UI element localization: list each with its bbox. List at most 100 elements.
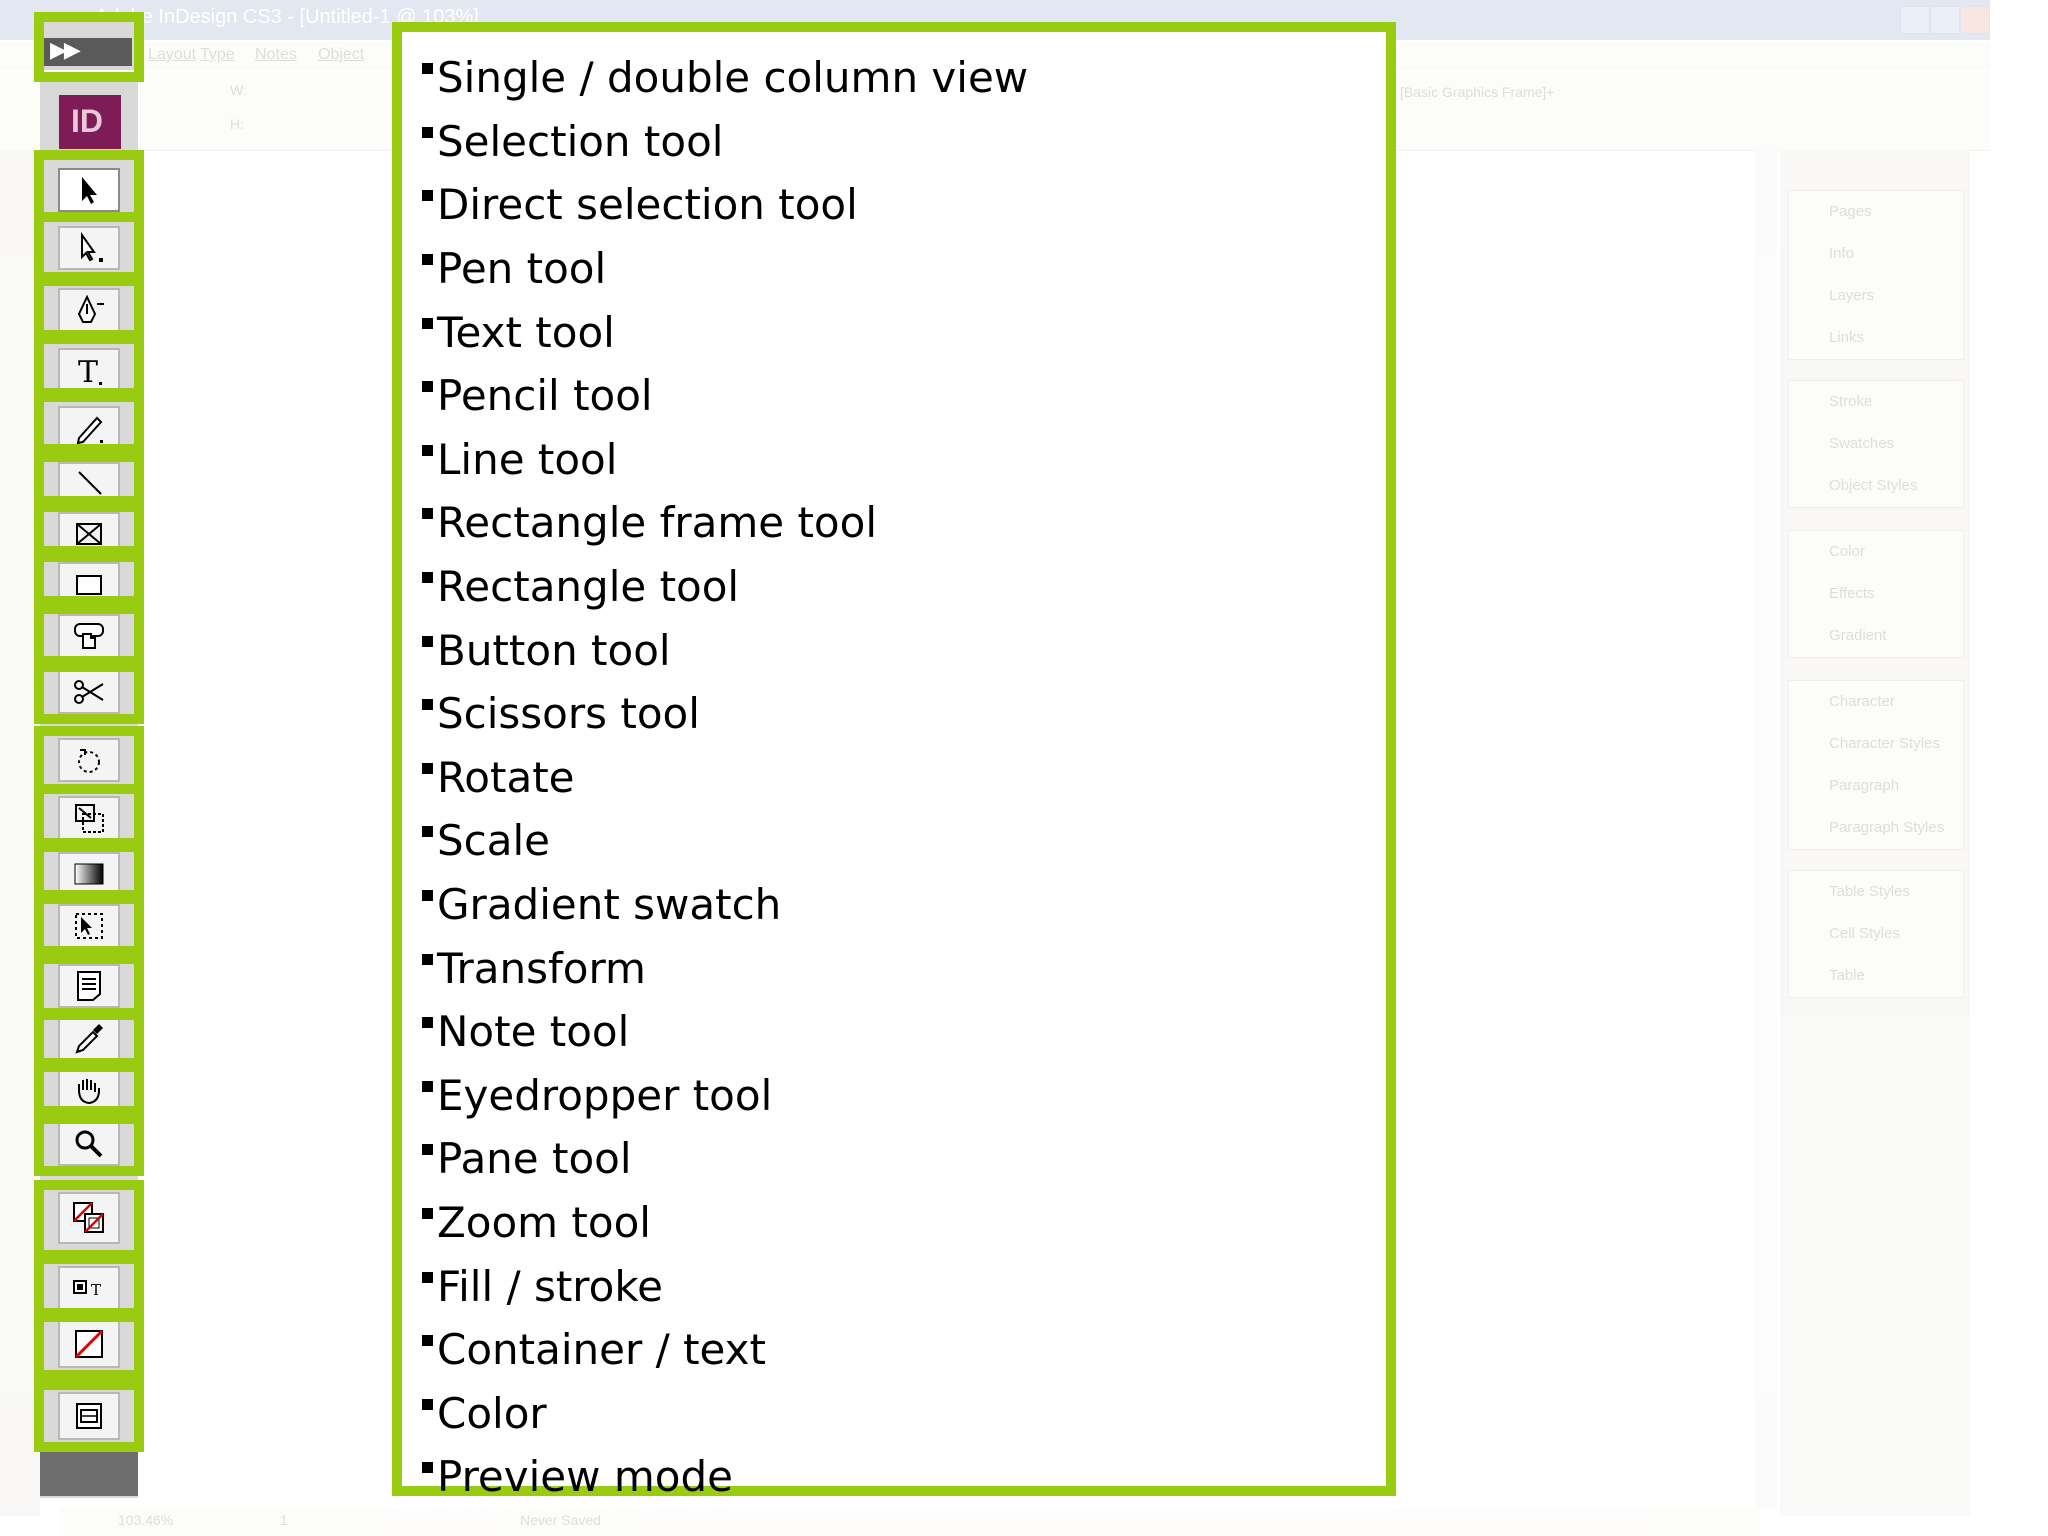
panel-object-styles[interactable]: Object Styles xyxy=(1789,465,1963,507)
bullet-icon xyxy=(422,572,433,584)
list-item: Container / text xyxy=(422,1318,1028,1382)
label-text: Gradient swatch xyxy=(437,880,782,930)
fill-stroke-control[interactable] xyxy=(58,1192,120,1244)
panel-character[interactable]: Character xyxy=(1789,681,1963,723)
eyedropper-icon xyxy=(75,1024,103,1054)
toolbox-footer xyxy=(40,1450,138,1496)
panel-paragraph[interactable]: Paragraph xyxy=(1789,765,1963,807)
button-tool[interactable] xyxy=(58,614,120,658)
menu-layout[interactable]: Layout xyxy=(148,46,196,64)
bullet-icon xyxy=(422,1271,433,1283)
hand-icon xyxy=(78,1079,100,1105)
label-text: Transform xyxy=(437,943,646,993)
svg-text:T: T xyxy=(91,1281,101,1299)
panel-table[interactable]: Table xyxy=(1789,955,1963,997)
zoom-level[interactable]: 103.46% xyxy=(118,1512,173,1528)
gradient-icon xyxy=(74,863,104,885)
label-text: Pen tool xyxy=(437,244,607,294)
panel-table-styles[interactable]: Table Styles xyxy=(1789,871,1963,913)
zoom-tool[interactable] xyxy=(58,1122,120,1166)
free-transform-icon xyxy=(75,913,103,939)
panel-gradient[interactable]: Gradient xyxy=(1789,615,1963,657)
panel-group-color: Color Effects Gradient xyxy=(1788,530,1964,658)
list-item: Scale xyxy=(422,809,1028,873)
panel-paragraph-styles[interactable]: Paragraph Styles xyxy=(1789,807,1963,849)
direct-selection-arrow-icon xyxy=(81,231,103,262)
rotate-icon xyxy=(78,749,100,773)
label-text: Zoom tool xyxy=(437,1197,651,1247)
column-view-toggle[interactable]: ▶▶ xyxy=(42,38,132,66)
scale-tool[interactable] xyxy=(58,796,120,840)
bullet-icon xyxy=(422,1017,433,1029)
frame-type-select[interactable]: [Basic Graphics Frame]+ xyxy=(1400,84,1554,100)
tool-labels-list: Single / double column view Selection to… xyxy=(422,46,1028,1509)
maximize-button[interactable] xyxy=(1930,6,1960,34)
pen-nib-icon xyxy=(77,294,104,323)
status-bar: 103.46% 1 Never Saved xyxy=(60,1508,1760,1536)
label-text: Scale xyxy=(437,816,550,866)
label-text: Preview mode xyxy=(437,1452,733,1502)
rotate-tool[interactable] xyxy=(58,738,120,782)
panel-stroke[interactable]: Stroke xyxy=(1789,381,1963,423)
preview-mode-icon xyxy=(76,1403,102,1429)
indesign-logo: ID xyxy=(56,92,124,152)
transform-tool[interactable] xyxy=(58,904,120,948)
menu-type[interactable]: Type xyxy=(200,46,235,64)
line-tool[interactable] xyxy=(58,462,120,506)
panel-links[interactable]: Links xyxy=(1789,317,1963,359)
panel-color[interactable]: Color xyxy=(1789,531,1963,573)
logo-text: ID xyxy=(71,103,103,139)
pen-tool[interactable] xyxy=(58,288,120,332)
color-none-swatch[interactable] xyxy=(58,1320,120,1368)
selection-tool[interactable] xyxy=(58,168,120,212)
label-text: Direct selection tool xyxy=(437,180,858,230)
list-item: Pane tool xyxy=(422,1127,1028,1191)
bullet-icon xyxy=(422,444,433,456)
list-item: Preview mode xyxy=(422,1445,1028,1509)
list-item: Fill / stroke xyxy=(422,1254,1028,1318)
label-text: Note tool xyxy=(437,1007,630,1057)
label-text: Single / double column view xyxy=(437,53,1029,103)
width-label: W: xyxy=(230,82,247,98)
list-item: Rectangle tool xyxy=(422,555,1028,619)
panel-character-styles[interactable]: Character Styles xyxy=(1789,723,1963,765)
direct-selection-tool[interactable] xyxy=(58,226,120,270)
bullet-icon xyxy=(422,1144,433,1156)
menu-notes[interactable]: Notes xyxy=(255,46,297,64)
container-text-toggle[interactable]: T xyxy=(58,1266,120,1310)
pane-tool[interactable] xyxy=(58,1068,120,1112)
gradient-swatch-tool[interactable] xyxy=(58,852,120,896)
rectangle-tool[interactable] xyxy=(58,562,120,606)
close-button[interactable] xyxy=(1960,6,1990,34)
note-icon xyxy=(77,971,101,1001)
save-state: Never Saved xyxy=(520,1512,601,1528)
panel-info[interactable]: Info xyxy=(1789,233,1963,275)
bullet-icon xyxy=(422,1398,433,1410)
panel-effects[interactable]: Effects xyxy=(1789,573,1963,615)
panel-layers[interactable]: Layers xyxy=(1789,275,1963,317)
none-swatch-icon xyxy=(74,1329,104,1359)
panel-cell-styles[interactable]: Cell Styles xyxy=(1789,913,1963,955)
eyedropper-tool[interactable] xyxy=(58,1016,120,1060)
note-tool[interactable] xyxy=(58,964,120,1008)
scissors-tool[interactable] xyxy=(58,670,120,714)
panel-pages[interactable]: Pages xyxy=(1789,191,1963,233)
pencil-tool[interactable] xyxy=(58,406,120,450)
list-item: Color xyxy=(422,1381,1028,1445)
label-text: Color xyxy=(437,1388,547,1438)
button-hand-icon xyxy=(74,623,104,649)
text-tool[interactable]: T xyxy=(58,348,120,392)
bullet-icon xyxy=(422,1335,433,1347)
bullet-icon xyxy=(422,1207,433,1219)
page-number[interactable]: 1 xyxy=(280,1512,288,1528)
preview-mode-button[interactable] xyxy=(58,1392,120,1440)
bullet-icon xyxy=(422,317,433,329)
scissors-icon xyxy=(74,680,104,704)
minimize-button[interactable] xyxy=(1900,6,1930,34)
list-item: Note tool xyxy=(422,1000,1028,1064)
label-text: Text tool xyxy=(437,307,615,357)
vertical-scrollbar[interactable] xyxy=(1755,150,1777,1508)
menu-object[interactable]: Object xyxy=(318,46,364,64)
panel-swatches[interactable]: Swatches xyxy=(1789,423,1963,465)
rectangle-frame-tool[interactable] xyxy=(58,512,120,556)
